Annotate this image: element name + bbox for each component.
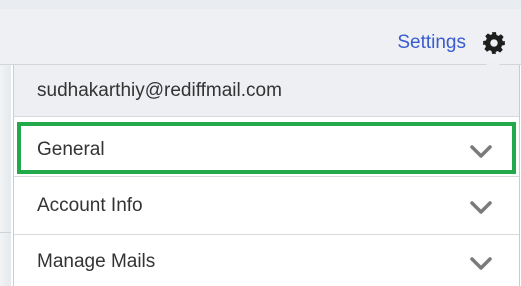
chevron-down-icon (470, 145, 492, 158)
chevron-down-icon (470, 201, 492, 214)
menu-item-label: Account Info (37, 195, 143, 216)
header-bar: Settings (0, 9, 521, 65)
account-email-row: sudhakarthiy@rediffmail.com (14, 65, 519, 117)
settings-link[interactable]: Settings (397, 31, 466, 55)
settings-dropdown-menu: sudhakarthiy@rediffmail.com General Acco… (13, 65, 520, 286)
top-strip (0, 0, 521, 9)
menu-item-account-info[interactable]: Account Info (14, 177, 519, 235)
menu-item-general[interactable]: General (14, 117, 519, 177)
menu-item-manage-mails[interactable]: Manage Mails (14, 235, 519, 286)
chevron-down-icon (470, 257, 492, 270)
background-divider (0, 232, 11, 233)
account-email: sudhakarthiy@rediffmail.com (37, 80, 282, 101)
gear-icon[interactable] (481, 30, 507, 56)
menu-item-label: General (37, 139, 105, 160)
background-page-edge (0, 65, 11, 286)
menu-item-label: Manage Mails (37, 251, 156, 272)
